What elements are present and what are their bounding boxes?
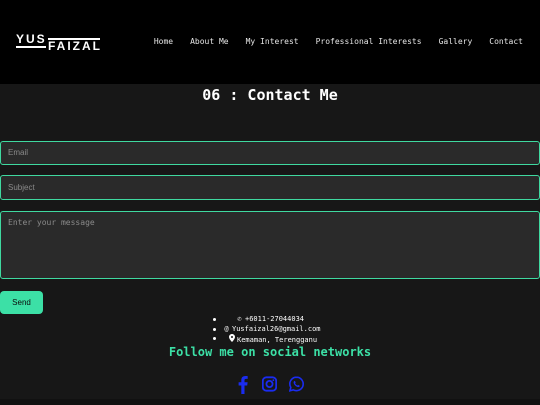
contact-email-item: @ Yusfaizal26@gmail.com (213, 325, 321, 335)
logo[interactable]: YUS FAIZAL (16, 33, 102, 53)
email-placeholder: Email (8, 148, 29, 157)
navbar: YUS FAIZAL Home About Me My Interest Pro… (0, 0, 540, 84)
logo-top-text: YUS (16, 32, 47, 46)
social-links (235, 374, 305, 394)
contact-email-text: Yusfaizal26@gmail.com (232, 324, 321, 333)
instagram-icon[interactable] (261, 374, 278, 394)
facebook-icon[interactable] (235, 374, 250, 394)
email-field[interactable]: Email (0, 141, 540, 165)
social-heading: Follow me on social networks (168, 345, 372, 359)
nav-my-interest[interactable]: My Interest (246, 37, 299, 46)
contact-location-item: Kemaman, Terengganu (213, 334, 321, 344)
nav-about-me[interactable]: About Me (190, 37, 229, 46)
subject-placeholder: Subject (8, 183, 35, 192)
nav-gallery[interactable]: Gallery (439, 37, 473, 46)
footer-strip (0, 399, 540, 405)
main-nav: Home About Me My Interest Professional I… (154, 37, 523, 46)
list-bullet (213, 318, 216, 321)
location-pin-icon (227, 334, 236, 346)
nav-contact[interactable]: Contact (489, 37, 523, 46)
logo-underline (16, 46, 46, 48)
nav-professional-interests[interactable]: Professional Interests (316, 37, 422, 46)
list-bullet (213, 327, 216, 331)
message-placeholder: Enter your message (8, 218, 95, 227)
logo-bottom-text: FAIZAL (48, 39, 102, 53)
contact-location-text: Kemaman, Terengganu (237, 336, 318, 344)
section-title: 06 : Contact Me (202, 86, 338, 104)
contact-list: ✆ +6011-27044034 @ Yusfaizal26@gmail.com K… (213, 315, 321, 344)
list-bullet (213, 337, 216, 340)
nav-home[interactable]: Home (154, 37, 173, 46)
contact-phone-item: ✆ +6011-27044034 (213, 315, 321, 325)
at-icon: @ (224, 324, 229, 333)
send-button[interactable]: Send (0, 291, 43, 314)
subject-field[interactable]: Subject (0, 175, 540, 200)
message-textarea[interactable]: Enter your message (0, 211, 540, 279)
whatsapp-icon[interactable] (288, 374, 305, 394)
contact-phone-text: +6011-27044034 (245, 315, 305, 323)
phone-icon: ✆ (237, 315, 242, 323)
